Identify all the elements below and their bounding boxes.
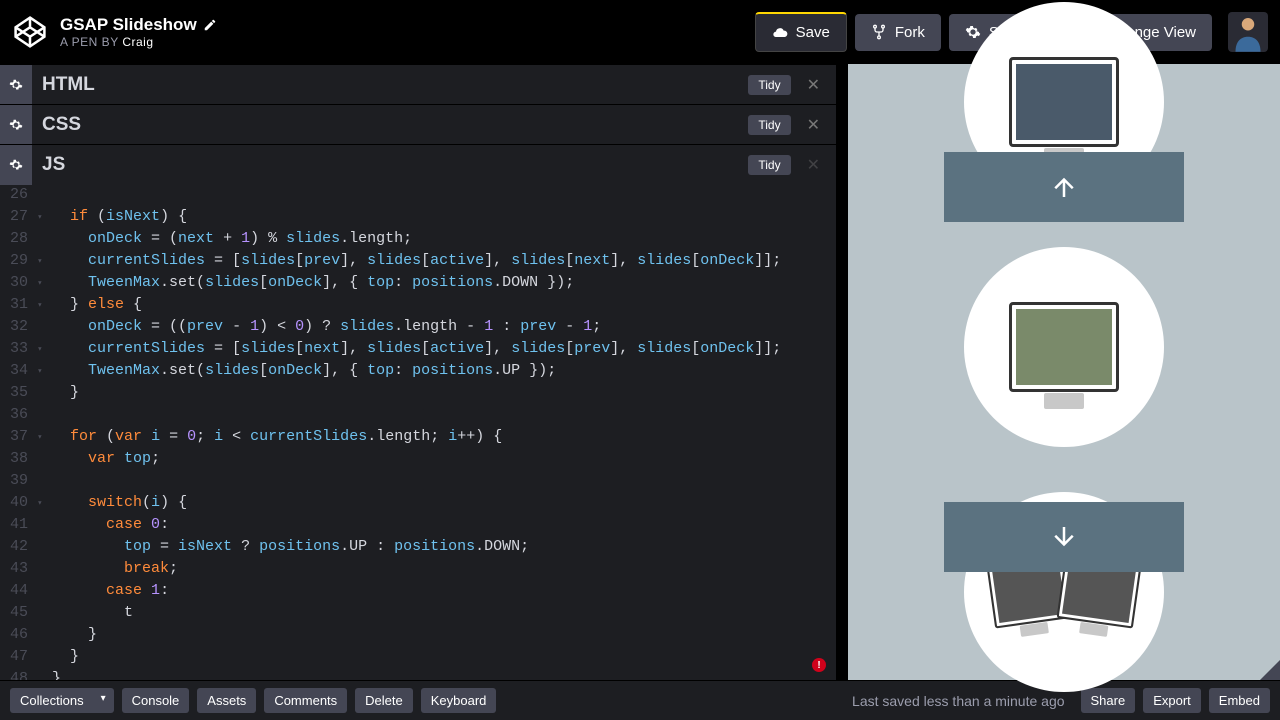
pen-title[interactable]: GSAP Slideshow (60, 15, 217, 35)
css-close-button[interactable]: ✕ (801, 115, 826, 135)
nav-down-button[interactable] (944, 502, 1184, 572)
code-line[interactable]: 37 for (var i = 0; i < currentSlides.len… (0, 426, 836, 448)
gear-icon (9, 158, 23, 172)
code-line[interactable]: 27 if (isNext) { (0, 206, 836, 228)
code-line[interactable]: 42 top = isNext ? positions.UP : positio… (0, 536, 836, 558)
js-panel-title: JS (42, 154, 65, 176)
footer-keyboard-button[interactable]: Keyboard (421, 688, 497, 713)
code-line[interactable]: 44 case 1: (0, 580, 836, 602)
code-line[interactable]: 33 currentSlides = [slides[next], slides… (0, 338, 836, 360)
code-line[interactable]: 30 TweenMax.set(slides[onDeck], { top: p… (0, 272, 836, 294)
code-line[interactable]: 41 case 0: (0, 514, 836, 536)
html-close-button[interactable]: ✕ (801, 75, 826, 95)
js-settings-button[interactable] (0, 145, 32, 185)
footer-console-button[interactable]: Console (122, 688, 190, 713)
save-status: Last saved less than a minute ago (852, 693, 1064, 709)
gear-icon (9, 78, 23, 92)
js-panel-header: JS Tidy ✕ (0, 144, 836, 184)
avatar[interactable] (1228, 12, 1268, 52)
code-line[interactable]: 43 break; (0, 558, 836, 580)
code-line[interactable]: 45 t (0, 602, 836, 624)
code-line[interactable]: 36 (0, 404, 836, 426)
html-panel-header: HTML Tidy ✕ (0, 64, 836, 104)
code-line[interactable]: 29 currentSlides = [slides[prev], slides… (0, 250, 836, 272)
author-link[interactable]: Craig (122, 35, 153, 49)
fork-icon (871, 24, 887, 40)
css-panel-header: CSS Tidy ✕ (0, 104, 836, 144)
avatar-icon (1233, 14, 1263, 52)
arrow-up-icon (1049, 172, 1079, 202)
html-tidy-button[interactable]: Tidy (748, 75, 790, 95)
code-line[interactable]: 34 TweenMax.set(slides[onDeck], { top: p… (0, 360, 836, 382)
footer-export-button[interactable]: Export (1143, 688, 1201, 713)
css-tidy-button[interactable]: Tidy (748, 115, 790, 135)
code-line[interactable]: 26 (0, 184, 836, 206)
pen-title-text: GSAP Slideshow (60, 15, 197, 35)
cloud-icon (772, 25, 788, 41)
css-panel-title: CSS (42, 114, 81, 136)
code-line[interactable]: 38 var top; (0, 448, 836, 470)
pen-byline: A PEN BY Craig (60, 35, 217, 49)
arrow-down-icon (1049, 522, 1079, 552)
js-editor[interactable]: 2627 if (isNext) {28 onDeck = (next + 1)… (0, 184, 836, 680)
footer-embed-button[interactable]: Embed (1209, 688, 1270, 713)
edit-icon[interactable] (203, 18, 217, 32)
preview-pane[interactable] (848, 64, 1280, 680)
error-badge[interactable]: ! (812, 658, 826, 672)
footer-share-button[interactable]: Share (1081, 688, 1136, 713)
footer-delete-button[interactable]: Delete (355, 688, 413, 713)
code-line[interactable]: 48} (0, 668, 836, 680)
html-settings-button[interactable] (0, 65, 32, 105)
css-settings-button[interactable] (0, 105, 32, 145)
js-close-button[interactable]: ✕ (801, 155, 826, 175)
nav-up-button[interactable] (944, 152, 1184, 222)
footer-comments-button[interactable]: Comments (264, 688, 347, 713)
codepen-logo[interactable] (12, 14, 48, 50)
collections-select[interactable]: Collections (10, 688, 114, 713)
code-line[interactable]: 40 switch(i) { (0, 492, 836, 514)
gear-icon (9, 118, 23, 132)
code-line[interactable]: 47 } (0, 646, 836, 668)
code-line[interactable]: 32 onDeck = ((prev - 1) < 0) ? slides.le… (0, 316, 836, 338)
code-line[interactable]: 31 } else { (0, 294, 836, 316)
code-line[interactable]: 46 } (0, 624, 836, 646)
html-panel-title: HTML (42, 74, 95, 96)
footer-assets-button[interactable]: Assets (197, 688, 256, 713)
js-tidy-button[interactable]: Tidy (748, 155, 790, 175)
slide-active (964, 247, 1164, 447)
code-line[interactable]: 35 } (0, 382, 836, 404)
code-line[interactable]: 39 (0, 470, 836, 492)
code-line[interactable]: 28 onDeck = (next + 1) % slides.length; (0, 228, 836, 250)
gear-icon (965, 24, 981, 40)
save-button[interactable]: Save (755, 12, 847, 52)
fork-button[interactable]: Fork (855, 14, 941, 51)
